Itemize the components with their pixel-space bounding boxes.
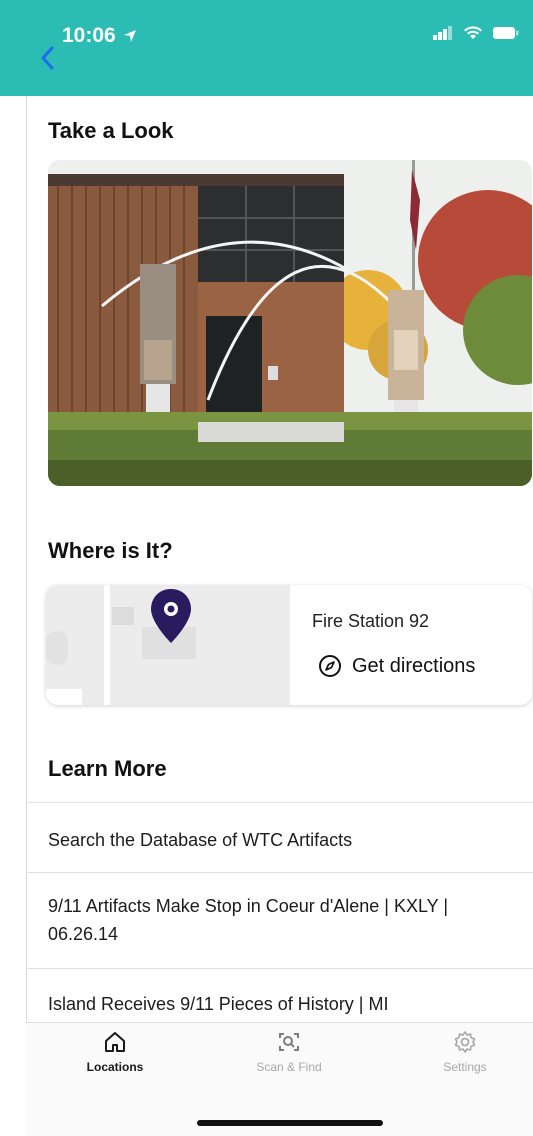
learn-more-link-island[interactable]: Island Receives 9/11 Pieces of History |… xyxy=(48,990,518,1018)
map-thumbnail[interactable] xyxy=(46,585,290,705)
tab-label-locations: Locations xyxy=(86,1060,144,1074)
location-card[interactable] xyxy=(46,585,532,705)
get-directions-label: Get directions xyxy=(352,654,476,677)
cellular-signal-icon xyxy=(433,26,452,40)
home-icon xyxy=(105,1032,125,1052)
tab-label-scan-find: Scan & Find xyxy=(256,1060,322,1074)
tab-settings[interactable]: Settings xyxy=(400,1030,530,1074)
list-divider xyxy=(26,968,533,969)
tab-scan-find[interactable]: Scan & Find xyxy=(224,1030,354,1074)
home-indicator[interactable] xyxy=(197,1120,383,1126)
tab-locations[interactable]: Locations xyxy=(50,1030,180,1074)
back-chevron-icon[interactable] xyxy=(36,44,60,72)
section-title-take-a-look: Take a Look xyxy=(48,118,174,143)
gear-icon xyxy=(454,1031,476,1053)
location-arrow-icon xyxy=(123,30,136,42)
location-photo xyxy=(48,160,532,486)
get-directions-button[interactable]: Get directions xyxy=(318,654,475,678)
tab-label-settings: Settings xyxy=(443,1060,487,1074)
status-icons xyxy=(433,26,519,40)
list-divider xyxy=(26,802,533,803)
left-edge-rule xyxy=(26,96,27,1136)
section-title-learn-more: Learn More xyxy=(48,756,167,781)
learn-more-link-wtc-database[interactable]: Search the Database of WTC Artifacts xyxy=(48,826,518,854)
location-name: Fire Station 92 xyxy=(312,611,430,631)
status-time: 10:06 xyxy=(62,24,138,48)
status-time-text: 10:06 xyxy=(62,24,116,47)
list-divider xyxy=(26,872,533,873)
fire-station-photo-illustration xyxy=(48,160,532,486)
map-illustration xyxy=(46,585,290,705)
wifi-icon xyxy=(464,26,482,39)
compass-icon xyxy=(319,655,341,677)
section-title-where-is-it: Where is It? xyxy=(48,538,173,563)
learn-more-link-coeur-dalene[interactable]: 9/11 Artifacts Make Stop in Coeur d'Alen… xyxy=(48,892,518,948)
scan-icon xyxy=(279,1033,299,1051)
status-bar: 10:06 xyxy=(0,0,533,96)
battery-icon xyxy=(493,27,519,39)
